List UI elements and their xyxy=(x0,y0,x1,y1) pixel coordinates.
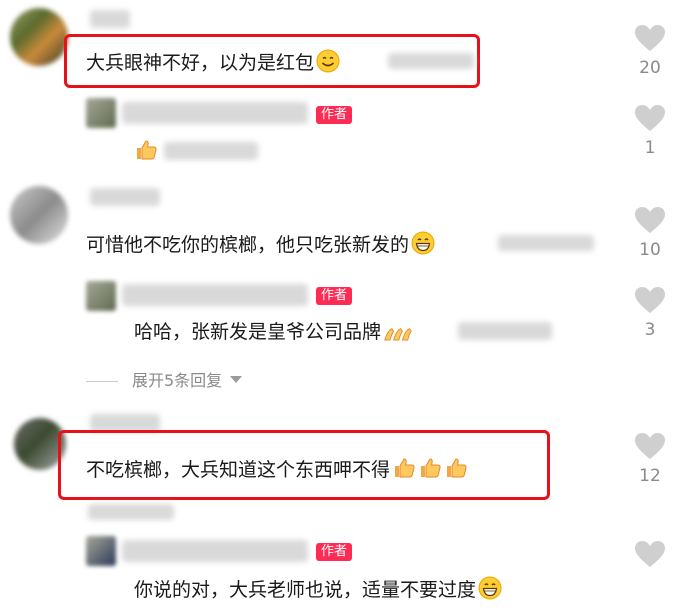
grin-emoji xyxy=(411,231,435,255)
reply-meta xyxy=(458,322,552,340)
author-badge: 作者 xyxy=(316,543,353,561)
reply-text xyxy=(164,142,258,160)
author-badge: 作者 xyxy=(316,287,353,305)
like-button[interactable]: 20 xyxy=(630,24,670,78)
like-button[interactable] xyxy=(630,540,670,572)
like-button[interactable]: 10 xyxy=(630,206,670,260)
heart-icon xyxy=(634,432,666,460)
thumbs-up-emoji xyxy=(392,456,416,480)
comment-text: 不吃槟榔，大兵知道这个东西呷不得 xyxy=(86,456,468,482)
like-count: 10 xyxy=(639,240,661,260)
comment-text: 大兵眼神不好，以为是红包 xyxy=(86,49,340,75)
author-badge: 作者 xyxy=(316,106,353,124)
reply-text: 哈哈，张新发是皇爷公司品牌 xyxy=(134,320,413,344)
like-count: 20 xyxy=(639,58,661,78)
chevron-down-icon xyxy=(230,376,243,383)
comment-text: 可惜他不吃你的槟榔，他只吃张新发的 xyxy=(86,231,435,257)
username[interactable] xyxy=(90,188,160,206)
heart-icon xyxy=(634,104,666,132)
heart-icon xyxy=(634,540,666,568)
heart-icon xyxy=(634,286,666,314)
avatar[interactable] xyxy=(10,186,68,244)
comment-meta xyxy=(498,235,594,251)
divider xyxy=(86,381,118,382)
comment-meta xyxy=(88,504,174,520)
clap-emoji xyxy=(383,324,413,342)
heart-icon xyxy=(634,206,666,234)
thumbs-up-emoji xyxy=(418,456,442,480)
avatar[interactable] xyxy=(10,8,68,66)
reply-username[interactable] xyxy=(122,102,308,124)
smile-emoji xyxy=(316,49,340,73)
like-button[interactable]: 1 xyxy=(630,104,670,158)
reply-avatar[interactable] xyxy=(86,98,116,128)
like-count: 3 xyxy=(644,320,656,340)
comment-meta xyxy=(388,53,474,69)
grin-emoji xyxy=(478,576,502,600)
reply-username[interactable] xyxy=(122,284,308,306)
reply-text: 你说的对，大兵老师也说，适量不要过度 xyxy=(134,576,502,602)
expand-replies-button[interactable]: 展开5条回复 xyxy=(132,371,243,391)
thumbs-up-emoji xyxy=(134,138,158,162)
like-button[interactable]: 12 xyxy=(630,432,670,486)
reply-avatar[interactable] xyxy=(86,281,116,311)
reply-username[interactable] xyxy=(122,540,308,562)
like-count: 1 xyxy=(644,138,656,158)
username[interactable] xyxy=(90,10,130,28)
reply-avatar[interactable] xyxy=(86,536,116,566)
like-count: 12 xyxy=(639,466,661,486)
thumbs-up-emoji xyxy=(444,456,468,480)
heart-icon xyxy=(634,24,666,52)
like-button[interactable]: 3 xyxy=(630,286,670,340)
